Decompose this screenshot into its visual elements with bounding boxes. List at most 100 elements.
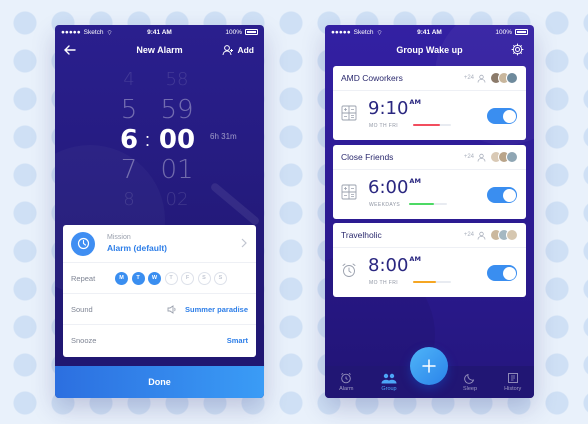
minute-wheel[interactable]: 58 59 00 01 02 — [157, 65, 197, 215]
alarm-days: MO TH FRI — [369, 280, 399, 286]
alarm-days: WEEKDAYS — [369, 202, 401, 208]
status-bar: ●●●●● Sketch ⌔ 9:41 AM 100% — [55, 25, 264, 39]
group-card-body: 8:00AM MO TH FRI — [333, 248, 526, 297]
tab-label: History — [504, 386, 522, 392]
user-icon — [477, 231, 486, 240]
wifi-icon: ⌔ — [376, 29, 383, 37]
minute-option[interactable]: 01 — [157, 155, 197, 185]
add-label: Add — [237, 45, 254, 55]
hour-option[interactable]: 4 — [115, 65, 143, 95]
gear-icon[interactable] — [511, 43, 524, 56]
navbar: Group Wake up — [325, 39, 534, 61]
alarm-time-value: 8:00 — [368, 255, 409, 276]
sound-row[interactable]: Sound Summer paradise — [63, 294, 256, 325]
group-wakeup-screen: ●●●●● Sketch ⌔ 9:41 AM 100% Group Wake u… — [325, 25, 534, 398]
group-card[interactable]: AMD Coworkers +24 9:10AM MO TH FRI — [333, 66, 526, 140]
alarm-time: 8:00AM — [368, 255, 421, 276]
battery-label: 100% — [225, 28, 242, 36]
tab-label: Group — [381, 385, 397, 392]
hour-option[interactable]: 7 — [115, 155, 143, 185]
selected-hour[interactable]: 6 — [115, 125, 143, 155]
alarm-time: 6:00AM — [368, 177, 421, 198]
hour-option[interactable]: 8 — [115, 185, 143, 215]
repeat-row: Repeat M T W T F S S — [63, 263, 256, 294]
speaker-icon — [167, 304, 176, 314]
history-icon — [507, 373, 518, 383]
tab-history[interactable]: History — [491, 366, 534, 398]
time-picker[interactable]: 4 5 6 7 8 : 58 59 00 01 02 6h 31m — [55, 65, 264, 215]
day-toggle-sun[interactable]: S — [214, 271, 227, 285]
mission-row[interactable]: Mission Alarm (default) — [63, 225, 256, 263]
mission-label: Mission — [107, 234, 131, 241]
progress-fill — [413, 124, 440, 126]
sound-value: Summer paradise — [185, 304, 248, 314]
group-name: Close Friends — [341, 152, 394, 162]
tab-label: Alarm — [339, 386, 354, 392]
alarm-time-value: 6:00 — [368, 177, 409, 198]
alarm-ampm: AM — [409, 177, 421, 185]
group-name: Travelholic — [341, 230, 382, 240]
tab-sleep[interactable]: Sleep — [449, 366, 492, 398]
alarm-toggle[interactable] — [487, 108, 517, 124]
add-button[interactable]: Add — [222, 44, 254, 56]
alarm-clock-icon — [341, 372, 352, 384]
day-toggle-thu[interactable]: T — [164, 271, 178, 285]
snooze-label: Snooze — [71, 336, 97, 345]
member-avatars — [490, 229, 518, 241]
alarm-ampm: AM — [409, 98, 421, 106]
status-left: ●●●●● Sketch ⌔ — [61, 28, 113, 37]
status-left: ●●●●● Sketch ⌔ — [331, 28, 383, 37]
minute-option[interactable]: 02 — [157, 185, 197, 215]
hour-wheel[interactable]: 4 5 6 7 8 — [115, 65, 143, 215]
tab-group[interactable]: Group — [368, 366, 411, 398]
calculator-icon — [341, 184, 357, 200]
progress-bar — [413, 124, 451, 126]
battery-icon — [515, 29, 528, 35]
minute-option[interactable]: 58 — [157, 65, 197, 95]
day-toggle-fri[interactable]: F — [181, 271, 194, 285]
calculator-icon — [341, 105, 357, 121]
group-card-body: 9:10AM MO TH FRI — [333, 91, 526, 140]
tab-label: Sleep — [462, 386, 478, 392]
alarm-settings-card: Mission Alarm (default) Repeat M T W T F… — [63, 225, 256, 357]
group-card-header: AMD Coworkers +24 — [333, 66, 526, 91]
member-count: +24 — [463, 75, 474, 81]
member-count: +24 — [463, 154, 474, 160]
group-card[interactable]: Close Friends +24 6:00AM WEEKDAYS — [333, 145, 526, 219]
time-remaining: 6h 31m — [210, 132, 237, 141]
progress-fill — [413, 281, 436, 283]
carrier-label: Sketch — [353, 28, 374, 36]
alarm-toggle[interactable] — [487, 187, 517, 203]
avatar — [506, 151, 518, 163]
selected-minute[interactable]: 00 — [157, 125, 197, 155]
group-name: AMD Coworkers — [341, 73, 403, 83]
snooze-value: Smart — [226, 336, 248, 345]
time-separator: : — [145, 130, 151, 150]
group-card-body: 6:00AM WEEKDAYS — [333, 170, 526, 219]
progress-bar — [413, 281, 451, 283]
hour-option[interactable]: 5 — [115, 95, 143, 125]
snooze-row[interactable]: Snooze Smart — [63, 325, 256, 356]
clock-icon — [71, 231, 95, 256]
day-selector: M T W T F S S — [115, 271, 227, 285]
navbar: New Alarm Add — [55, 39, 264, 61]
add-alarm-button[interactable] — [410, 347, 448, 385]
day-toggle-wed[interactable]: W — [148, 271, 161, 285]
repeat-label: Repeat — [71, 273, 96, 283]
member-avatars — [490, 151, 518, 163]
alarm-toggle[interactable] — [487, 265, 517, 281]
user-icon — [477, 74, 486, 83]
day-toggle-sat[interactable]: S — [197, 271, 211, 285]
tab-alarm[interactable]: Alarm — [325, 366, 368, 398]
chevron-right-icon — [241, 238, 247, 248]
battery-label: 100% — [495, 28, 512, 36]
signal-icon: ●●●●● — [61, 28, 81, 36]
day-toggle-tue[interactable]: T — [131, 271, 145, 285]
done-button[interactable]: Done — [55, 366, 264, 398]
arrow-left-icon[interactable] — [63, 43, 77, 57]
page-title: Group Wake up — [396, 45, 463, 55]
day-toggle-mon[interactable]: M — [115, 271, 128, 285]
group-card[interactable]: Travelholic +24 8:00AM MO TH FRI — [333, 223, 526, 297]
user-icon — [477, 153, 486, 162]
minute-option[interactable]: 59 — [157, 95, 197, 125]
